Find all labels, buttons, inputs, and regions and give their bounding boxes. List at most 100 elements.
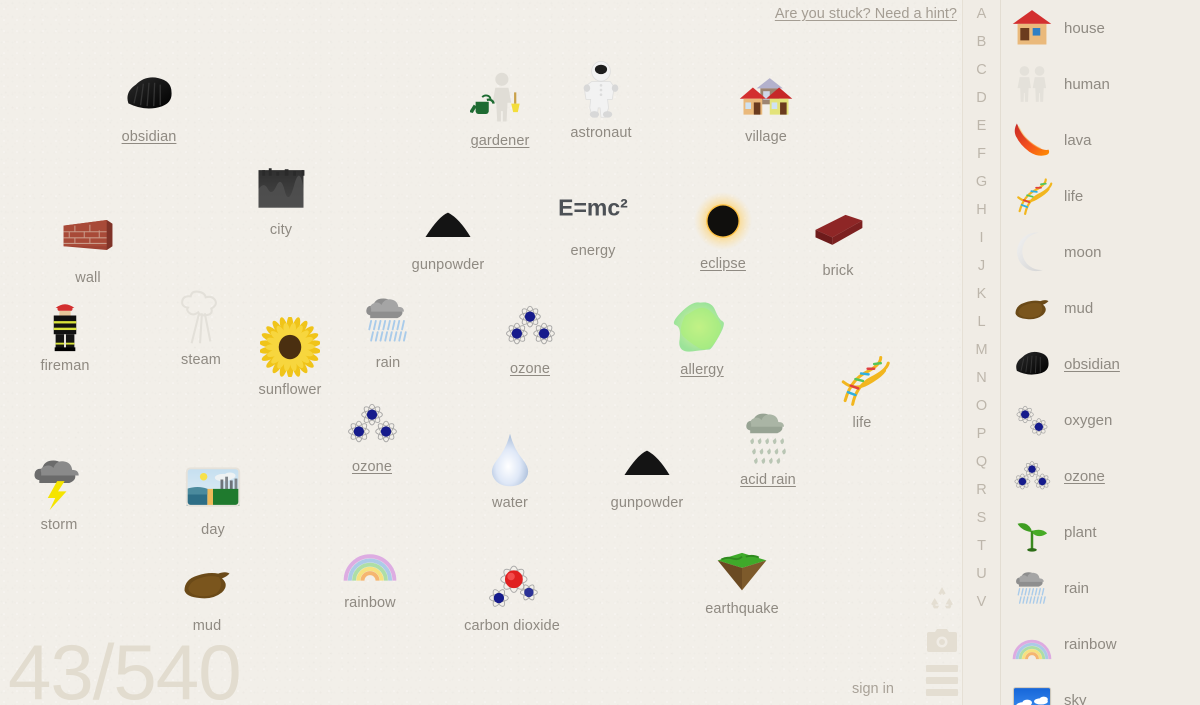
discovery-counter: 43/540	[8, 628, 242, 705]
board-element-label: acid rain	[740, 472, 796, 488]
board-element-label: allergy	[680, 362, 724, 378]
alphabet-letter-F[interactable]: F	[963, 140, 1000, 168]
board-element-label: eclipse	[700, 256, 746, 272]
alphabet-letter-R[interactable]: R	[963, 476, 1000, 504]
board-element-gunpowder[interactable]: gunpowder	[595, 428, 699, 512]
board-element-rain[interactable]: rain	[336, 288, 440, 372]
sidebar-item-oxygen[interactable]: oxygen	[1001, 392, 1200, 448]
sidebar-item-lava[interactable]: lava	[1001, 112, 1200, 168]
alphabet-letter-P[interactable]: P	[963, 420, 1000, 448]
board-element-allergy[interactable]: allergy	[650, 295, 754, 379]
board-element-label: gunpowder	[610, 495, 684, 511]
board-element-eclipse[interactable]: eclipse	[671, 189, 775, 273]
sidebar-item-label: ozone	[1064, 467, 1105, 485]
hint-link[interactable]: Are you stuck? Need a hint?	[775, 6, 957, 22]
alphabet-letter-B[interactable]: B	[963, 28, 1000, 56]
board-element-water[interactable]: water	[458, 428, 562, 512]
village-icon	[734, 62, 798, 126]
board-element-rainbow[interactable]: rainbow	[318, 528, 422, 612]
sidebar-item-label: rainbow	[1064, 635, 1117, 653]
sidebar-item-label: life	[1064, 187, 1084, 205]
board-element-earthquake[interactable]: earthquake	[690, 534, 794, 618]
sidebar-item-label: mud	[1064, 299, 1094, 317]
recycle-icon[interactable]	[922, 578, 962, 620]
sidebar-item-life[interactable]: life	[1001, 168, 1200, 224]
board-element-ozone[interactable]: ozone	[478, 294, 582, 378]
alphabet-letter-V[interactable]: V	[963, 588, 1000, 616]
board-element-label: life	[852, 415, 872, 431]
camera-icon[interactable]	[922, 620, 962, 662]
alphabet-letter-G[interactable]: G	[963, 168, 1000, 196]
ozone-icon	[340, 392, 404, 456]
sidebar-item-label: obsidian	[1064, 355, 1120, 373]
alphabet-letter-K[interactable]: K	[963, 280, 1000, 308]
board-element-carbon-dioxide[interactable]: carbon dioxide	[460, 551, 564, 635]
board-element-energy[interactable]: E=mc² energy	[541, 176, 645, 260]
sidebar-item-ozone[interactable]: ozone	[1001, 448, 1200, 504]
board-element-mud[interactable]: mud	[155, 551, 259, 635]
board-element-village[interactable]: village	[714, 62, 818, 146]
sky-icon	[1006, 676, 1058, 705]
alphabet-letter-C[interactable]: C	[963, 56, 1000, 84]
sidebar-item-obsidian[interactable]: obsidian	[1001, 336, 1200, 392]
eclipse-icon	[691, 189, 755, 253]
alphabet-letter-U[interactable]: U	[963, 560, 1000, 588]
board-element-label: village	[745, 129, 787, 145]
board-element-gunpowder[interactable]: gunpowder	[396, 190, 500, 274]
alphabet-letter-A[interactable]: A	[963, 0, 1000, 28]
moon-icon	[1006, 228, 1058, 276]
sidebar-item-sky[interactable]: sky	[1001, 672, 1200, 705]
wall-icon	[56, 203, 120, 267]
life-icon	[1006, 172, 1058, 220]
sidebar-item-human[interactable]: human	[1001, 56, 1200, 112]
element-list[interactable]: house human lava life moon mud obsidian …	[1001, 0, 1200, 705]
rain-icon	[1006, 564, 1058, 612]
alphabet-letter-Q[interactable]: Q	[963, 448, 1000, 476]
alphabet-letter-S[interactable]: S	[963, 504, 1000, 532]
sidebar-item-label: oxygen	[1064, 411, 1113, 429]
alphabet-letter-L[interactable]: L	[963, 308, 1000, 336]
board-element-life[interactable]: life	[810, 348, 914, 432]
lava-icon	[1006, 116, 1058, 164]
board-element-label: gunpowder	[411, 257, 485, 273]
alphabet-letter-T[interactable]: T	[963, 532, 1000, 560]
mud-icon	[175, 551, 239, 615]
alphabet-letter-O[interactable]: O	[963, 392, 1000, 420]
alphabet-letter-H[interactable]: H	[963, 196, 1000, 224]
board-element-gardener[interactable]: gardener	[448, 66, 552, 150]
sidebar-item-rainbow[interactable]: rainbow	[1001, 616, 1200, 672]
board-element-obsidian[interactable]: obsidian	[97, 62, 201, 146]
board-element-storm[interactable]: storm	[7, 450, 111, 534]
mud-icon	[1006, 284, 1058, 332]
board-element-fireman[interactable]: fireman	[13, 291, 117, 375]
sign-in-link[interactable]: sign in	[852, 681, 894, 697]
board-element-label: brick	[822, 263, 854, 279]
ozone-icon	[1006, 452, 1058, 500]
board-element-city[interactable]: city	[229, 155, 333, 239]
alphabet-letter-M[interactable]: M	[963, 336, 1000, 364]
board-element-acid-rain[interactable]: acid rain	[716, 405, 820, 489]
alphabet-letter-I[interactable]: I	[963, 224, 1000, 252]
board-element-day[interactable]: day	[161, 455, 265, 539]
play-board[interactable]: obsidian city wall gardener astronaut vi…	[0, 0, 962, 705]
alphabet-letter-N[interactable]: N	[963, 364, 1000, 392]
menu-icon[interactable]	[922, 662, 962, 704]
oxygen-icon	[1006, 396, 1058, 444]
alphabet-letter-E[interactable]: E	[963, 112, 1000, 140]
sidebar-item-mud[interactable]: mud	[1001, 280, 1200, 336]
alphabet-letter-J[interactable]: J	[963, 252, 1000, 280]
alphabet-index[interactable]: ABCDEFGHIJKLMNOPQRSTUV	[963, 0, 1001, 705]
board-element-wall[interactable]: wall	[36, 203, 140, 287]
board-element-astronaut[interactable]: astronaut	[549, 58, 653, 142]
sidebar-item-plant[interactable]: plant	[1001, 504, 1200, 560]
board-element-ozone[interactable]: ozone	[320, 392, 424, 476]
board-element-label: astronaut	[570, 125, 632, 141]
board-element-brick[interactable]: brick	[786, 196, 890, 280]
fireman-icon	[33, 291, 97, 355]
board-element-sunflower[interactable]: sunflower	[238, 315, 342, 399]
alphabet-letter-D[interactable]: D	[963, 84, 1000, 112]
sidebar-item-house[interactable]: house	[1001, 0, 1200, 56]
sidebar-item-rain[interactable]: rain	[1001, 560, 1200, 616]
sidebar-item-label: moon	[1064, 243, 1102, 261]
sidebar-item-moon[interactable]: moon	[1001, 224, 1200, 280]
